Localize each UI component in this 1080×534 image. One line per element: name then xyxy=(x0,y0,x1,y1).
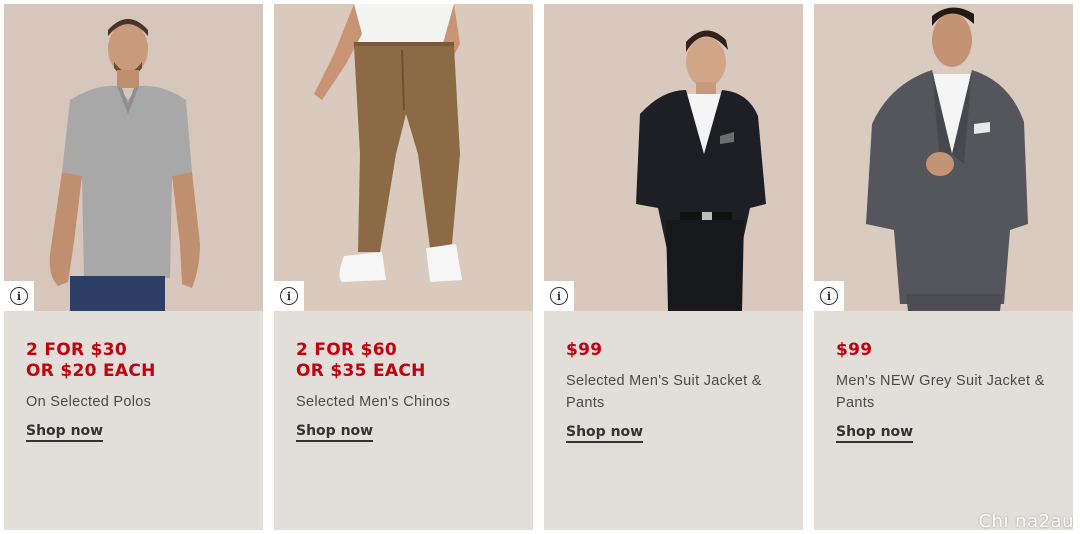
product-image[interactable]: i xyxy=(4,4,263,311)
price-line-1: $99 xyxy=(836,340,873,360)
product-description: Selected Men's Chinos xyxy=(296,394,451,410)
info-icon: i xyxy=(820,287,838,305)
shop-now-link[interactable]: Shop now xyxy=(836,424,914,443)
product-image[interactable]: i xyxy=(814,4,1073,311)
info-icon: i xyxy=(550,287,568,305)
price-line-1: 2 FOR $30 xyxy=(26,340,128,360)
info-button[interactable]: i xyxy=(4,281,34,311)
shop-now-link[interactable]: Shop now xyxy=(296,423,374,442)
man-in-black-suit-photo xyxy=(544,4,803,311)
product-image[interactable]: i xyxy=(274,4,533,311)
promo-card-suit-grey[interactable]: i $99 Men's NEW Grey Suit Jacket & Pants… xyxy=(814,4,1073,530)
price-line-2: OR $35 EACH xyxy=(296,361,426,381)
promo-card-polos[interactable]: i 2 FOR $30 OR $20 EACH On Selected Polo… xyxy=(4,4,263,530)
watermark: Chi na2au xyxy=(978,511,1074,532)
price-offer: $99 xyxy=(566,340,787,361)
product-description: Men's NEW Grey Suit Jacket & Pants xyxy=(836,373,1045,411)
card-content: 2 FOR $60 OR $35 EACH Selected Men's Chi… xyxy=(296,340,517,442)
card-content: 2 FOR $30 OR $20 EACH On Selected Polos … xyxy=(26,340,247,442)
card-content: $99 Selected Men's Suit Jacket & Pants S… xyxy=(566,340,787,443)
info-icon: i xyxy=(10,287,28,305)
promo-card-suit-black[interactable]: i $99 Selected Men's Suit Jacket & Pants… xyxy=(544,4,803,530)
info-button[interactable]: i xyxy=(814,281,844,311)
shop-now-link[interactable]: Shop now xyxy=(26,423,104,442)
price-line-1: $99 xyxy=(566,340,603,360)
card-content: $99 Men's NEW Grey Suit Jacket & Pants S… xyxy=(836,340,1057,443)
info-button[interactable]: i xyxy=(274,281,304,311)
product-image[interactable]: i xyxy=(544,4,803,311)
man-in-grey-polo-photo xyxy=(4,4,263,311)
shop-now-link[interactable]: Shop now xyxy=(566,424,644,443)
price-offer: 2 FOR $30 OR $20 EACH xyxy=(26,340,247,382)
price-offer: 2 FOR $60 OR $35 EACH xyxy=(296,340,517,382)
product-description: On Selected Polos xyxy=(26,394,152,410)
info-icon: i xyxy=(280,287,298,305)
info-button[interactable]: i xyxy=(544,281,574,311)
product-description: Selected Men's Suit Jacket & Pants xyxy=(566,373,762,411)
price-line-2: OR $20 EACH xyxy=(26,361,156,381)
price-offer: $99 xyxy=(836,340,1057,361)
man-in-grey-suit-photo xyxy=(814,4,1073,311)
promo-card-chinos[interactable]: i 2 FOR $60 OR $35 EACH Selected Men's C… xyxy=(274,4,533,530)
price-line-1: 2 FOR $60 xyxy=(296,340,398,360)
promo-card-row: i 2 FOR $30 OR $20 EACH On Selected Polo… xyxy=(0,0,1080,534)
man-in-brown-chinos-photo xyxy=(274,4,533,311)
